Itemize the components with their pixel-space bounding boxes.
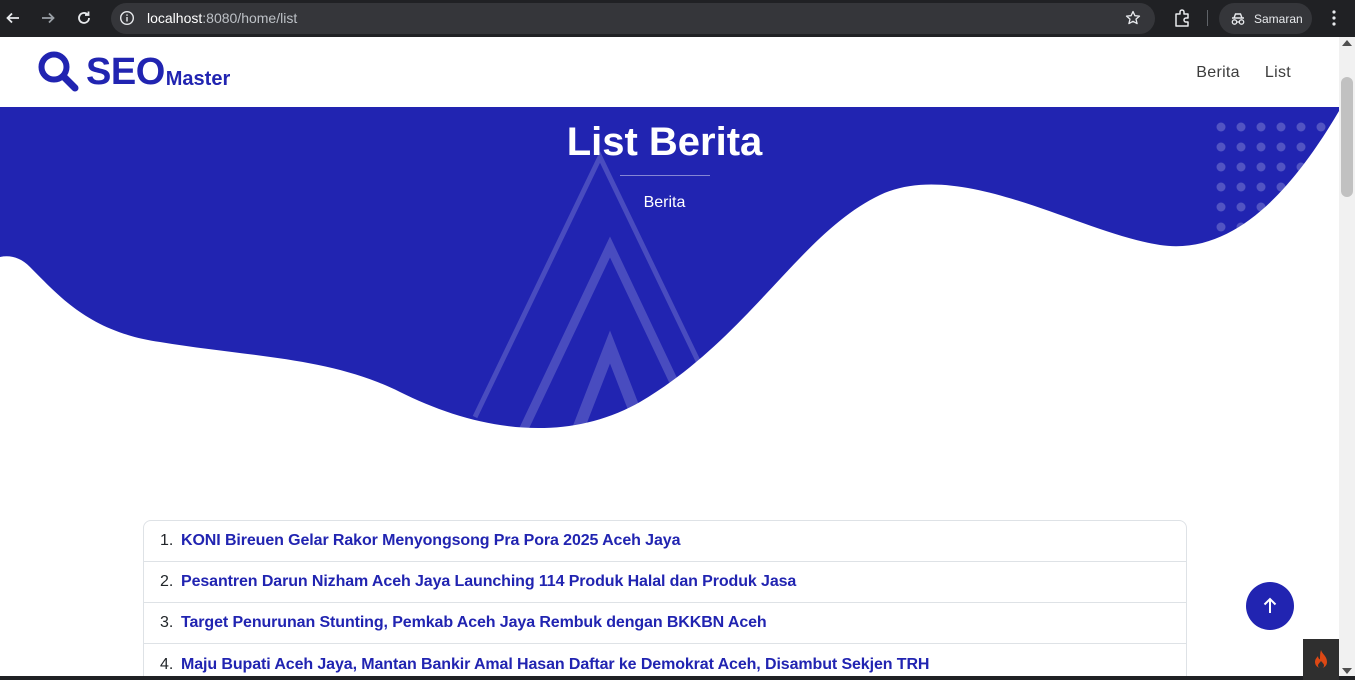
news-link[interactable]: Maju Bupati Aceh Jaya, Mantan Bankir Ama… bbox=[181, 656, 929, 674]
search-icon bbox=[38, 51, 79, 92]
hero-banner: List Berita Berita bbox=[0, 107, 1339, 437]
page-subtitle: Berita bbox=[643, 194, 686, 211]
news-link[interactable]: Pesantren Darun Nizham Aceh Jaya Launchi… bbox=[181, 573, 796, 591]
news-list: 1. KONI Bireuen Gelar Rakor Menyongsong … bbox=[143, 520, 1187, 680]
logo-main-text: SEO bbox=[86, 51, 165, 93]
incognito-profile-button[interactable]: Samaran bbox=[1219, 3, 1312, 34]
browser-toolbar: localhost:8080/home/list Samaran bbox=[0, 0, 1355, 37]
nav-link-berita[interactable]: Berita bbox=[1196, 64, 1240, 82]
profile-label: Samaran bbox=[1254, 11, 1303, 26]
title-divider bbox=[620, 175, 710, 176]
list-item: 1. KONI Bireuen Gelar Rakor Menyongsong … bbox=[144, 521, 1186, 562]
bookmark-star-icon[interactable] bbox=[1125, 10, 1141, 26]
url-path: :8080/home/list bbox=[202, 10, 298, 26]
item-number: 4. bbox=[160, 655, 174, 673]
reload-icon[interactable] bbox=[72, 7, 96, 29]
site-logo[interactable]: SEO Master bbox=[37, 50, 230, 92]
url-host: localhost bbox=[147, 10, 203, 26]
flame-icon bbox=[1315, 649, 1327, 668]
item-number: 2. bbox=[160, 573, 174, 590]
back-to-top-button[interactable] bbox=[1246, 582, 1294, 630]
page-title: List Berita bbox=[566, 120, 763, 164]
arrow-up-icon bbox=[1263, 597, 1277, 613]
page-scrollbar[interactable] bbox=[1339, 37, 1355, 680]
url-text[interactable]: localhost:8080/home/list bbox=[147, 10, 297, 26]
logo-sub-text: Master bbox=[165, 68, 231, 90]
news-link[interactable]: Target Penurunan Stunting, Pemkab Aceh J… bbox=[181, 614, 767, 632]
scroll-down-arrow-icon[interactable] bbox=[1342, 668, 1352, 674]
address-bar[interactable]: localhost:8080/home/list bbox=[111, 3, 1155, 34]
scrollbar-thumb[interactable] bbox=[1341, 77, 1353, 197]
extensions-icon[interactable] bbox=[1172, 8, 1192, 28]
item-number: 1. bbox=[160, 532, 174, 549]
debug-toolbar-button[interactable] bbox=[1303, 639, 1339, 680]
list-item: 2. Pesantren Darun Nizham Aceh Jaya Laun… bbox=[144, 562, 1186, 603]
window-bottom-edge bbox=[0, 676, 1355, 680]
nav-link-list[interactable]: List bbox=[1265, 64, 1291, 82]
news-link[interactable]: KONI Bireuen Gelar Rakor Menyongsong Pra… bbox=[181, 532, 680, 550]
item-number: 3. bbox=[160, 614, 174, 631]
scroll-up-arrow-icon[interactable] bbox=[1342, 40, 1352, 46]
more-menu-icon[interactable] bbox=[1326, 8, 1342, 28]
list-item: 4. Maju Bupati Aceh Jaya, Mantan Bankir … bbox=[144, 644, 1186, 680]
page-viewport: SEO Master Berita List List Berita Berit… bbox=[0, 37, 1339, 680]
site-header: SEO Master Berita List bbox=[0, 37, 1339, 107]
main-nav: Berita List bbox=[1196, 64, 1291, 82]
back-icon[interactable] bbox=[1, 7, 25, 29]
forward-icon[interactable] bbox=[36, 7, 60, 29]
list-item: 3. Target Penurunan Stunting, Pemkab Ace… bbox=[144, 603, 1186, 644]
toolbar-divider bbox=[1207, 10, 1208, 26]
incognito-icon bbox=[1231, 12, 1245, 25]
site-info-icon[interactable] bbox=[119, 10, 135, 26]
